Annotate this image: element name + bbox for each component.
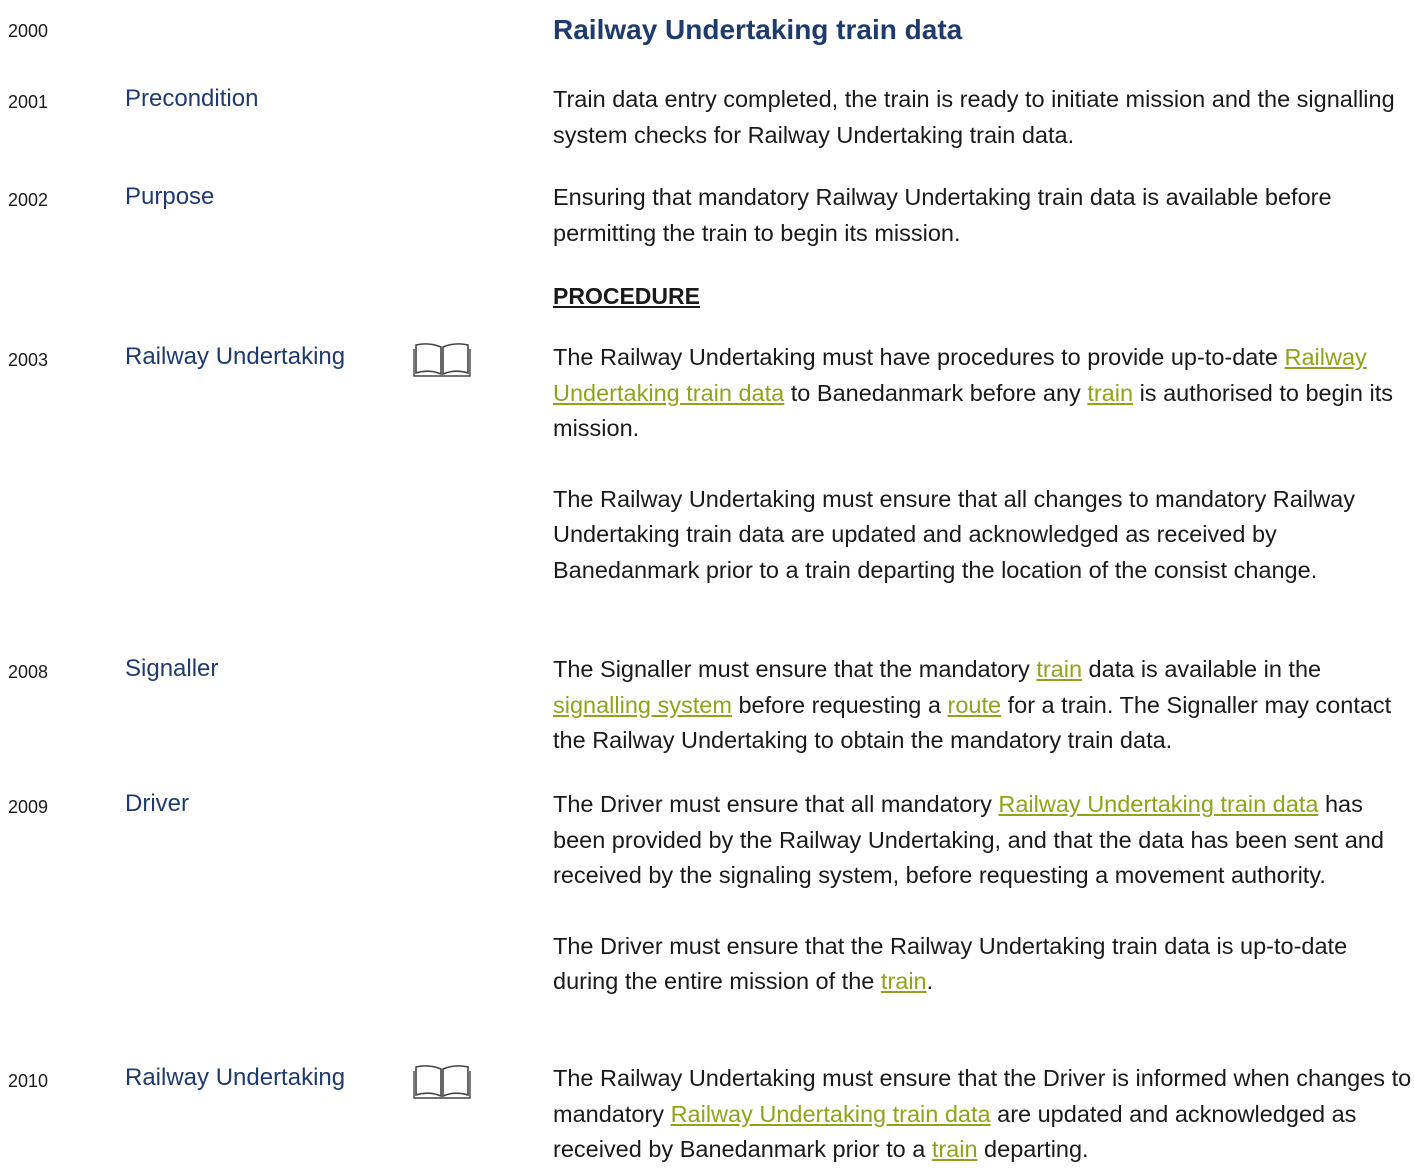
paragraph-text: The Railway Undertaking must ensure that…	[553, 1061, 1413, 1168]
driver-text: The Driver must ensure that all mandator…	[553, 787, 1413, 1000]
paragraph-text: The Driver must ensure that all mandator…	[553, 787, 1413, 894]
text-span: .	[926, 968, 934, 994]
text-span: The Driver must ensure that all mandator…	[553, 791, 999, 817]
paragraph-number: 2002	[8, 190, 49, 210]
link-train[interactable]: train	[1087, 380, 1133, 406]
paragraph-text: The Driver must ensure that the Railway …	[553, 929, 1413, 1000]
paragraph-number: 2000	[8, 21, 49, 41]
role-label-purpose: Purpose	[125, 183, 215, 210]
paragraph-number: 2008	[8, 662, 49, 682]
text-span: The Driver must ensure that the Railway …	[553, 932, 1348, 995]
paragraph-text: Train data entry completed, the train is…	[553, 86, 1395, 148]
book-icon[interactable]	[413, 1063, 471, 1099]
text-span: before requesting a	[731, 691, 948, 718]
paragraph-text: Ensuring that mandatory Railway Undertak…	[553, 184, 1332, 246]
text-span: to Banedanmark before any	[784, 379, 1088, 406]
link-train[interactable]: train	[881, 968, 927, 994]
paragraph-number: 2001	[8, 92, 49, 112]
page-title: Railway Undertaking train data	[553, 14, 963, 45]
link-train[interactable]: train	[932, 1136, 978, 1162]
railway-undertaking-inform-text: The Railway Undertaking must ensure that…	[553, 1061, 1413, 1168]
link-route[interactable]: route	[948, 692, 1002, 718]
link-railway-undertaking-train-data[interactable]: Railway Undertaking train data	[998, 791, 1318, 817]
paragraph-text: The Railway Undertaking must ensure that…	[553, 485, 1356, 583]
signaller-text: The Signaller must ensure that the manda…	[553, 652, 1413, 759]
paragraph-number: 2009	[8, 797, 49, 817]
link-railway-undertaking-train-data[interactable]: Railway Undertaking train data	[671, 1101, 991, 1127]
precondition-text: Train data entry completed, the train is…	[553, 82, 1413, 153]
paragraph-number: 2003	[8, 350, 49, 370]
purpose-text: Ensuring that mandatory Railway Undertak…	[553, 180, 1413, 251]
railway-undertaking-text: The Railway Undertaking must have proced…	[553, 340, 1413, 588]
paragraph-text: The Signaller must ensure that the manda…	[553, 652, 1413, 759]
role-label-railway-undertaking: Railway Undertaking	[125, 343, 346, 370]
role-label-signaller: Signaller	[125, 655, 219, 682]
link-train[interactable]: train	[1036, 656, 1082, 682]
link-signalling-system[interactable]: signalling system	[553, 692, 732, 718]
role-label-driver: Driver	[125, 790, 189, 817]
role-label-precondition: Precondition	[125, 85, 259, 112]
role-label-railway-undertaking: Railway Undertaking	[125, 1064, 346, 1091]
text-span: departing.	[977, 1136, 1089, 1162]
procedure-heading: PROCEDURE	[553, 283, 700, 309]
book-icon[interactable]	[413, 341, 471, 377]
text-span: data is available in the	[1082, 656, 1322, 682]
paragraph-number: 2010	[8, 1071, 49, 1091]
paragraph-text: The Railway Undertaking must have proced…	[553, 340, 1413, 447]
text-span: The Signaller must ensure that the manda…	[553, 656, 1037, 682]
text-span: The Railway Undertaking must have proced…	[553, 344, 1285, 370]
